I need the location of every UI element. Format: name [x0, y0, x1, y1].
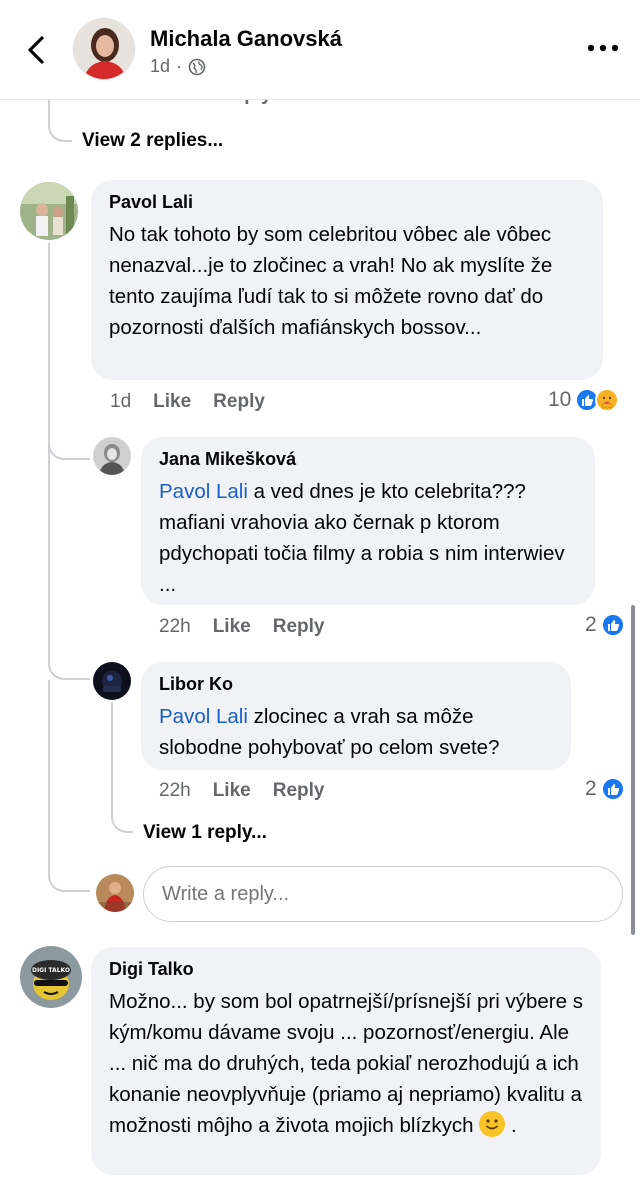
reply-bubble: Jana Mikešková Pavol Lali a ved dnes je … [141, 437, 595, 605]
comment-text: Možno... by som bol opatrnejší/prísnejší… [109, 990, 583, 1137]
comment-bubble: Pavol Lali No tak tohoto by som celebrit… [91, 180, 603, 380]
comment-bubble: Digi Talko Možno... by som bol opatrnejš… [91, 947, 601, 1175]
post-author-name[interactable]: Michala Ganovská [150, 26, 342, 52]
reply-thread-line [48, 680, 50, 860]
reply-time: 22h [159, 780, 191, 801]
globe-icon [188, 58, 206, 75]
mention-link[interactable]: Pavol Lali [159, 705, 248, 728]
meta-separator: · [176, 56, 183, 76]
like-button[interactable]: Like [213, 780, 251, 802]
smile-emoji-icon [479, 1111, 506, 1137]
post-time: 1d [150, 56, 171, 76]
reaction-summary[interactable]: 2 [585, 777, 625, 801]
reply-time: 22h [159, 616, 191, 637]
reply-actions: 22h Like Reply [159, 616, 324, 638]
reply-author[interactable]: Libor Ko [159, 674, 553, 695]
reply-button[interactable]: Reply [213, 391, 265, 413]
post-meta: 1d · [150, 56, 206, 77]
reaction-summary[interactable]: 2 [585, 613, 625, 637]
care-reaction-icon [595, 388, 620, 412]
reply-text: Pavol Lali a ved dnes je kto celebrita??… [159, 480, 565, 596]
scrollbar-thumb[interactable] [631, 605, 635, 935]
like-reaction-icon [600, 613, 625, 637]
like-reaction-icon [600, 777, 625, 801]
reply-text: Pavol Lali zlocinec a vrah sa môže slobo… [159, 705, 500, 759]
view-replies-link[interactable]: View 2 replies... [82, 130, 223, 152]
author-avatar[interactable] [73, 18, 135, 80]
commenter-avatar[interactable] [20, 182, 78, 240]
reply-author[interactable]: Jana Mikešková [159, 449, 577, 470]
view-nested-replies-link[interactable]: View 1 reply... [143, 822, 267, 844]
comment-author[interactable]: Pavol Lali [109, 192, 585, 213]
avatar-cap-text: DIGI TALKO [32, 967, 70, 974]
comment-author[interactable]: Digi Talko [109, 959, 583, 980]
current-user-avatar [96, 874, 134, 912]
mention-link[interactable]: Pavol Lali [159, 480, 248, 503]
commenter-avatar[interactable] [93, 437, 131, 475]
top-bar: Michala Ganovská 1d · [0, 0, 640, 100]
reply-connector [48, 860, 90, 892]
commenter-avatar[interactable]: DIGI TALKO [20, 946, 82, 1008]
reaction-summary[interactable]: 10 [548, 388, 620, 412]
reply-input[interactable] [143, 866, 623, 922]
comment-text: No tak tohoto by som celebritou vôbec al… [109, 223, 553, 339]
back-arrow-icon[interactable] [22, 30, 52, 70]
like-button[interactable]: Like [213, 616, 251, 638]
comment-time: 1d [110, 391, 132, 412]
reaction-count: 2 [585, 613, 597, 636]
comment-actions: 1d Like Reply [110, 391, 265, 413]
reply-button[interactable]: Reply [273, 616, 325, 638]
thread-connector [48, 100, 72, 142]
reply-connector [48, 410, 90, 460]
reply-button[interactable]: Reply [273, 780, 325, 802]
reply-connector [48, 640, 90, 680]
reply-actions: 22h Like Reply [159, 780, 324, 802]
reaction-count: 10 [548, 388, 572, 411]
like-button[interactable]: Like [153, 391, 191, 413]
reaction-count: 2 [585, 777, 597, 800]
reply-bubble: Libor Ko Pavol Lali zlocinec a vrah sa m… [141, 662, 571, 770]
nested-connector [111, 805, 133, 833]
more-options-icon[interactable] [586, 38, 620, 58]
nested-thread-line [111, 702, 113, 812]
commenter-avatar[interactable] [93, 662, 131, 700]
